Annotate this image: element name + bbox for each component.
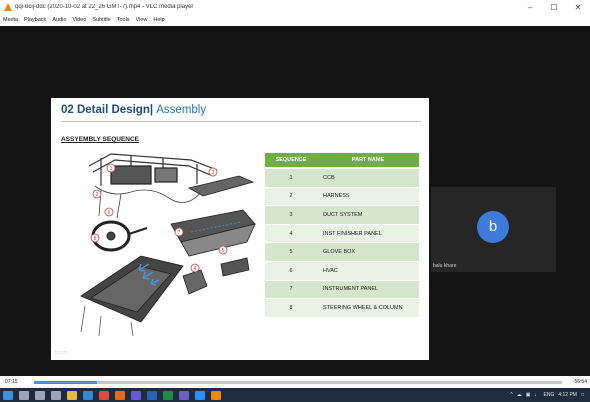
table-row: 3 DUCT SYSTEM <box>265 205 419 225</box>
part-name-cell: CCB <box>317 168 419 188</box>
elapsed-time: 07:15 <box>5 379 18 385</box>
part-name-cell: STEERING WHEEL & COLUMN <box>317 298 419 318</box>
video-area[interactable]: 02 Detail Design| Assembly ASSYEMBLY SEQ… <box>0 26 590 376</box>
menu-bar: Media Playback Audio Video Subtitle Tool… <box>0 14 590 26</box>
sequence-cell: 1 <box>265 168 317 188</box>
callout-7: 7 <box>178 230 181 236</box>
sequence-cell: 5 <box>265 242 317 262</box>
chrome-icon[interactable] <box>99 390 109 400</box>
clock[interactable]: 4:12 PM <box>558 392 577 398</box>
slide-title-main: 02 Detail Design <box>61 104 150 116</box>
part-name-cell: GLOVE BOX <box>317 242 419 262</box>
network-icon[interactable]: ▣ <box>526 392 531 398</box>
part-name-cell: INSTRUMENT PANEL <box>317 280 419 300</box>
close-button[interactable]: ✕ <box>566 3 590 12</box>
steering-wheel-drawing <box>91 220 148 252</box>
participant-tile[interactable]: b balu khare <box>431 187 556 272</box>
store-icon[interactable] <box>131 390 141 400</box>
windows-taskbar: ^ ☁ ▣ ♩ ENG 4:12 PM □ <box>0 388 590 402</box>
sequence-cell: 6 <box>265 261 317 281</box>
dashboard-exploded-diagram: 1 2 3 4 5 6 7 8 <box>80 153 256 336</box>
slide-footer: □ □ □ <box>55 350 67 356</box>
window-title: qqi-bcij-ddc (2020-10-02 at 22_26 GMT-7)… <box>15 4 194 10</box>
title-bar: qqi-bcij-ddc (2020-10-02 at 22_26 GMT-7)… <box>0 0 590 14</box>
table-row: 5 GLOVE BOX <box>265 242 419 262</box>
tray-overflow-icon[interactable]: ^ <box>510 392 512 398</box>
part-name-cell: HARNESS <box>317 187 419 207</box>
sequence-cell: 8 <box>265 298 317 318</box>
volume-icon[interactable]: ♩ <box>535 392 540 398</box>
minimize-button[interactable]: – <box>518 3 542 12</box>
assembly-sequence-table: SEQUENCE PART NAME 1 CCB 2 HARNESS 3 DUCT S… <box>265 153 419 318</box>
sequence-cell: 4 <box>265 224 317 244</box>
callout-4: 4 <box>194 266 197 272</box>
word-icon[interactable] <box>147 390 157 400</box>
firefox-icon[interactable] <box>115 390 125 400</box>
menu-audio[interactable]: Audio <box>49 17 69 23</box>
callout-8: 8 <box>94 236 97 242</box>
callout-2: 2 <box>96 192 99 198</box>
table-row: 7 INSTRUMENT PANEL <box>265 280 419 300</box>
remaining-time: -56:54 <box>572 379 587 385</box>
participant-name: balu khare <box>433 263 457 269</box>
sequence-cell: 3 <box>265 205 317 225</box>
instrument-panel-drawing <box>170 209 256 257</box>
cortana-icon[interactable] <box>35 390 45 400</box>
file-explorer-icon[interactable] <box>67 390 77 400</box>
menu-playback[interactable]: Playback <box>21 17 49 23</box>
table-header-row: SEQUENCE PART NAME <box>265 153 419 169</box>
hvac-drawing <box>182 269 208 295</box>
edge-icon[interactable] <box>83 390 93 400</box>
part-name-cell: HVAC <box>317 261 419 281</box>
title-divider <box>61 121 421 122</box>
participant-avatar: b <box>477 211 509 243</box>
vlc-cone-icon <box>4 3 12 11</box>
seek-progress-fill <box>34 381 98 384</box>
header-sequence: SEQUENCE <box>265 153 317 169</box>
seek-bar: 07:15 -56:54 <box>0 376 590 388</box>
duct-drawing <box>187 175 255 197</box>
menu-subtitle[interactable]: Subtitle <box>89 17 113 23</box>
notifications-icon[interactable]: □ <box>581 392 584 398</box>
part-name-cell: DUCT SYSTEM <box>317 205 419 225</box>
vlc-icon[interactable] <box>211 390 221 400</box>
menu-video[interactable]: Video <box>69 17 89 23</box>
presentation-slide: 02 Detail Design| Assembly ASSYEMBLY SEQ… <box>51 98 429 360</box>
table-row: 6 HVAC <box>265 261 419 281</box>
header-part-name: PART NAME <box>317 153 419 169</box>
table-row: 8 STEERING WHEEL & COLUMN <box>265 298 419 318</box>
windows-start-icon[interactable] <box>3 390 13 400</box>
table-row: 2 HARNESS <box>265 187 419 207</box>
callout-5: 5 <box>222 248 225 254</box>
sequence-cell: 2 <box>265 187 317 207</box>
system-tray: ^ ☁ ▣ ♩ ENG 4:12 PM □ <box>508 388 586 402</box>
sequence-cell: 7 <box>265 280 317 300</box>
assembly-sequence-label: ASSYEMBLY SEQUENCE <box>61 136 140 143</box>
assembled-dashboard-drawing <box>80 255 184 336</box>
table-row: 4 INST FINISHER PANEL <box>265 224 419 244</box>
menu-view[interactable]: View <box>133 17 151 23</box>
slide-title: 02 Detail Design| Assembly <box>61 104 206 116</box>
callout-3: 3 <box>212 170 215 176</box>
zoom-icon[interactable] <box>195 390 205 400</box>
search-icon[interactable] <box>19 390 29 400</box>
part-name-cell: INST FINISHER PANEL <box>317 224 419 244</box>
menu-tools[interactable]: Tools <box>114 17 133 23</box>
menu-help[interactable]: Help <box>150 17 167 23</box>
slide-title-sub: Assembly <box>156 104 207 116</box>
language-indicator[interactable]: ENG <box>544 392 555 398</box>
menu-media[interactable]: Media <box>0 17 21 23</box>
excel-icon[interactable] <box>163 390 173 400</box>
callout-6: 6 <box>108 210 111 216</box>
glove-box-drawing <box>220 257 250 277</box>
maximize-button[interactable]: ☐ <box>542 3 566 12</box>
onedrive-icon[interactable]: ☁ <box>517 392 522 398</box>
teams-icon[interactable] <box>179 390 189 400</box>
table-row: 1 CCB <box>265 168 419 188</box>
callout-1: 1 <box>110 166 113 172</box>
task-view-icon[interactable] <box>51 390 61 400</box>
seek-slider[interactable] <box>34 381 562 384</box>
